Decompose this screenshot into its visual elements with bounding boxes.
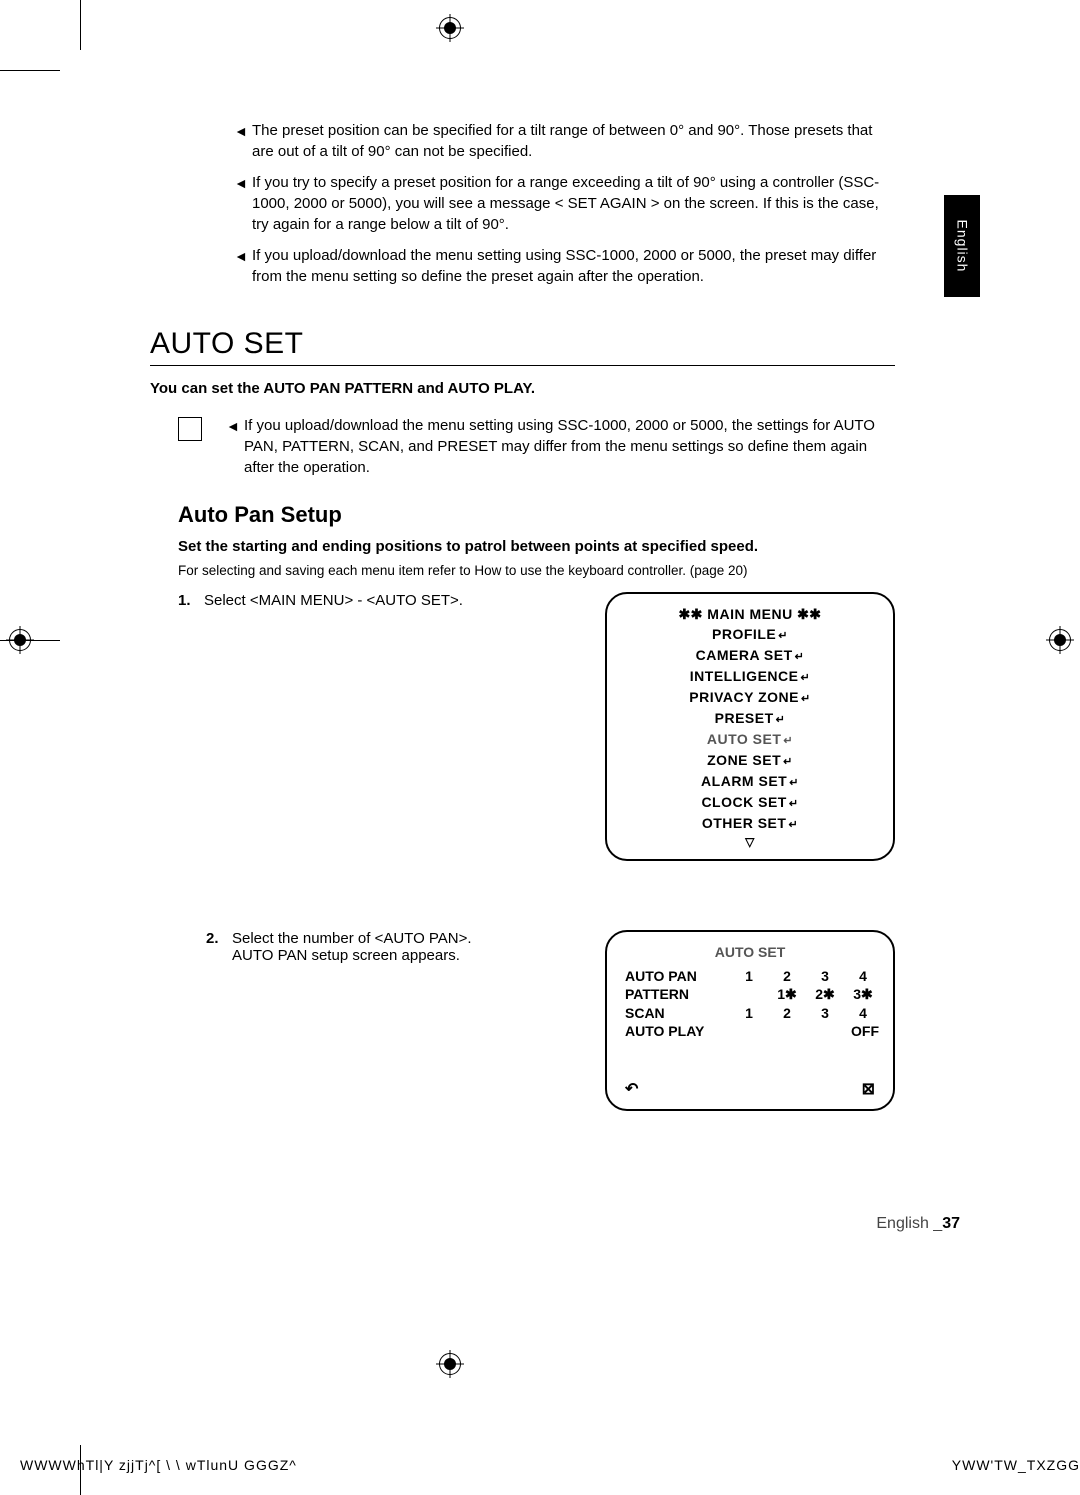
osd-row: AUTO PLAY OFF [625,1023,875,1039]
step-text: AUTO PAN setup screen appears. [232,947,472,964]
triangle-left-icon: ◄ [234,245,252,287]
step-number: 1. [178,592,204,609]
osd-val [775,1023,799,1039]
page-number: 37 [942,1215,960,1232]
osd-row: PATTERN 1✱ 2✱ 3✱ [625,986,875,1003]
note-item: ◄ If you try to specify a preset positio… [234,172,895,235]
osd-val: OFF [851,1023,875,1039]
osd-row-label: SCAN [625,1005,715,1021]
osd-val: 1 [737,1005,761,1021]
osd-val: 3 [813,968,837,984]
crop-mark [0,70,60,71]
note-block: ◄ If you upload/download the menu settin… [178,415,895,478]
osd-val: 3✱ [851,986,875,1003]
note-text: If you try to specify a preset position … [252,172,895,235]
step-number: 2. [206,930,232,964]
step-text: Select the number of <AUTO PAN>. [232,930,472,947]
note-item: ◄ If you upload/download the menu settin… [234,245,895,287]
registration-mark-icon [6,626,34,654]
section-title: AUTO SET [150,327,895,366]
osd-val [737,986,761,1003]
osd-val: 3 [813,1005,837,1021]
osd-item-selected: AUTO SET [621,729,879,750]
triangle-left-icon: ◄ [234,172,252,235]
registration-mark-icon [436,14,464,42]
osd-val: 2✱ [813,986,837,1003]
osd-title: ✱✱ MAIN MENU ✱✱ [621,604,879,624]
osd-row-label: AUTO PLAY [625,1023,715,1039]
step-2: 2. Select the number of <AUTO PAN>. AUTO… [150,930,895,1111]
osd-row-label: AUTO PAN [625,968,715,984]
note-item: ◄ The preset position can be specified f… [234,120,895,162]
note-text: The preset position can be specified for… [252,120,895,162]
osd-val: 4 [851,968,875,984]
language-tab: English [944,195,980,297]
osd-val [737,1023,761,1039]
osd-item: ALARM SET [621,771,879,792]
page-content: ◄ The preset position can be specified f… [150,120,895,901]
osd-row: AUTO PAN 1234 [625,968,875,984]
osd-item: OTHER SET [621,813,879,834]
osd-row: SCAN 1234 [625,1005,875,1021]
osd-item: ZONE SET [621,750,879,771]
page-footer: English _37 [876,1215,960,1233]
registration-mark-icon [1046,626,1074,654]
osd-item: PROFILE [621,624,879,645]
osd-val: 2 [775,968,799,984]
osd-val: 1 [737,968,761,984]
osd-item: CLOCK SET [621,792,879,813]
note-text: If you upload/download the menu setting … [252,245,895,287]
close-icon: ⊠ [862,1079,875,1099]
osd-item: INTELLIGENCE [621,666,879,687]
footer-lang: English _ [876,1215,942,1232]
osd-val: 2 [775,1005,799,1021]
subsection-title: Auto Pan Setup [178,502,895,528]
osd-row-label: PATTERN [625,986,715,1003]
note-text: If you upload/download the menu setting … [244,415,895,478]
osd-table-title: AUTO SET [625,944,875,960]
osd-val [813,1023,837,1039]
osd-val: 1✱ [775,986,799,1003]
step-text: Select <MAIN MENU> - <AUTO SET>. [204,592,585,609]
osd-auto-set: AUTO SET AUTO PAN 1234 PATTERN 1✱2✱3✱ SC… [605,930,895,1111]
gutter-text-right: YWW'TW_TXZGG [952,1457,1080,1473]
triangle-left-icon: ◄ [234,120,252,162]
back-icon: ↶ [625,1079,638,1099]
crop-mark [80,0,81,50]
triangle-left-icon: ◄ [226,415,244,478]
note-icon [178,417,202,441]
registration-mark-icon [436,1350,464,1378]
osd-item: PRESET [621,708,879,729]
section-intro: You can set the AUTO PAN PATTERN and AUT… [150,380,895,397]
osd-item: CAMERA SET [621,645,879,666]
osd-down-arrow-icon: ▽ [621,834,879,851]
step-1: 1. Select <MAIN MENU> - <AUTO SET>. ✱✱ M… [178,592,895,885]
osd-main-menu: ✱✱ MAIN MENU ✱✱ PROFILE CAMERA SET INTEL… [605,592,895,861]
osd-item: PRIVACY ZONE [621,687,879,708]
subsection-ref: For selecting and saving each menu item … [178,563,895,578]
gutter-text-left: WWWWhTl|Y zjjTj^[ \ \ wTlunU GGGZ^ [20,1457,297,1473]
subsection-intro: Set the starting and ending positions to… [178,538,895,555]
osd-val: 4 [851,1005,875,1021]
